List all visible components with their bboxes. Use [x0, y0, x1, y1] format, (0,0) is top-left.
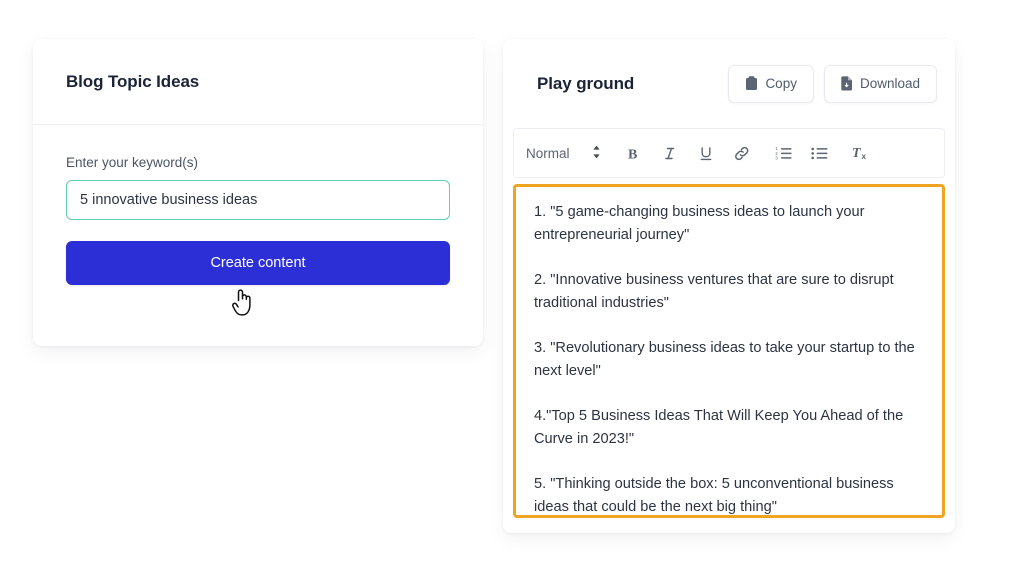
- keyword-field-label: Enter your keyword(s): [66, 155, 199, 170]
- svg-text:x: x: [861, 152, 866, 161]
- ordered-list-icon[interactable]: 123: [773, 142, 795, 164]
- bold-icon[interactable]: B: [623, 142, 645, 164]
- editor-paragraph: 3. "Revolutionary business ideas to take…: [534, 340, 915, 379]
- clipboard-icon: [745, 76, 758, 91]
- list-group: 123: [773, 142, 831, 164]
- page-title: Blog Topic Ideas: [66, 71, 200, 91]
- editor-toolbar: Normal B 1 2 3 T x: [513, 128, 945, 178]
- editor-paragraph: 4."Top 5 Business Ideas That Will Keep Y…: [534, 408, 904, 447]
- file-download-icon: [841, 76, 853, 91]
- clear-format-icon[interactable]: T x: [851, 142, 873, 164]
- editor-paragraph: 1. "5 game-changing business ideas to la…: [534, 204, 865, 243]
- playground-title: Play ground: [537, 73, 635, 93]
- italic-icon[interactable]: [659, 142, 681, 164]
- create-content-button[interactable]: Create content: [66, 241, 450, 285]
- svg-text:T: T: [852, 146, 862, 161]
- bullet-list-icon[interactable]: [809, 142, 831, 164]
- svg-text:B: B: [628, 147, 637, 161]
- card-body: Enter your keyword(s) Create content: [33, 125, 483, 285]
- download-button[interactable]: Download: [823, 64, 937, 103]
- keyword-input[interactable]: [66, 180, 450, 220]
- playground-card: Play ground Copy Download Normal B 1 2 3…: [503, 39, 955, 533]
- format-select[interactable]: Normal: [526, 145, 601, 162]
- link-icon[interactable]: [731, 142, 753, 164]
- copy-button-label: Copy: [765, 76, 797, 91]
- editor-paragraph: 5. "Thinking outside the box: 5 unconven…: [534, 476, 894, 515]
- card-header: Blog Topic Ideas: [33, 39, 483, 125]
- download-button-label: Download: [859, 76, 920, 91]
- copy-button[interactable]: Copy: [728, 64, 814, 103]
- blog-topic-ideas-card: Blog Topic Ideas Enter your keyword(s) C…: [33, 39, 483, 346]
- editor-content-area[interactable]: 1. "5 game-changing business ideas to la…: [513, 184, 945, 518]
- editor-paragraph: 2. "Innovative business ventures that ar…: [534, 272, 894, 311]
- format-select-label: Normal: [526, 145, 570, 161]
- playground-actions: Copy Download: [728, 64, 937, 103]
- text-style-group: B: [623, 142, 753, 164]
- svg-text:3: 3: [775, 155, 778, 160]
- playground-header: Play ground Copy Download: [503, 39, 955, 128]
- underline-icon[interactable]: [695, 142, 717, 164]
- chevron-updown-icon: [592, 145, 601, 162]
